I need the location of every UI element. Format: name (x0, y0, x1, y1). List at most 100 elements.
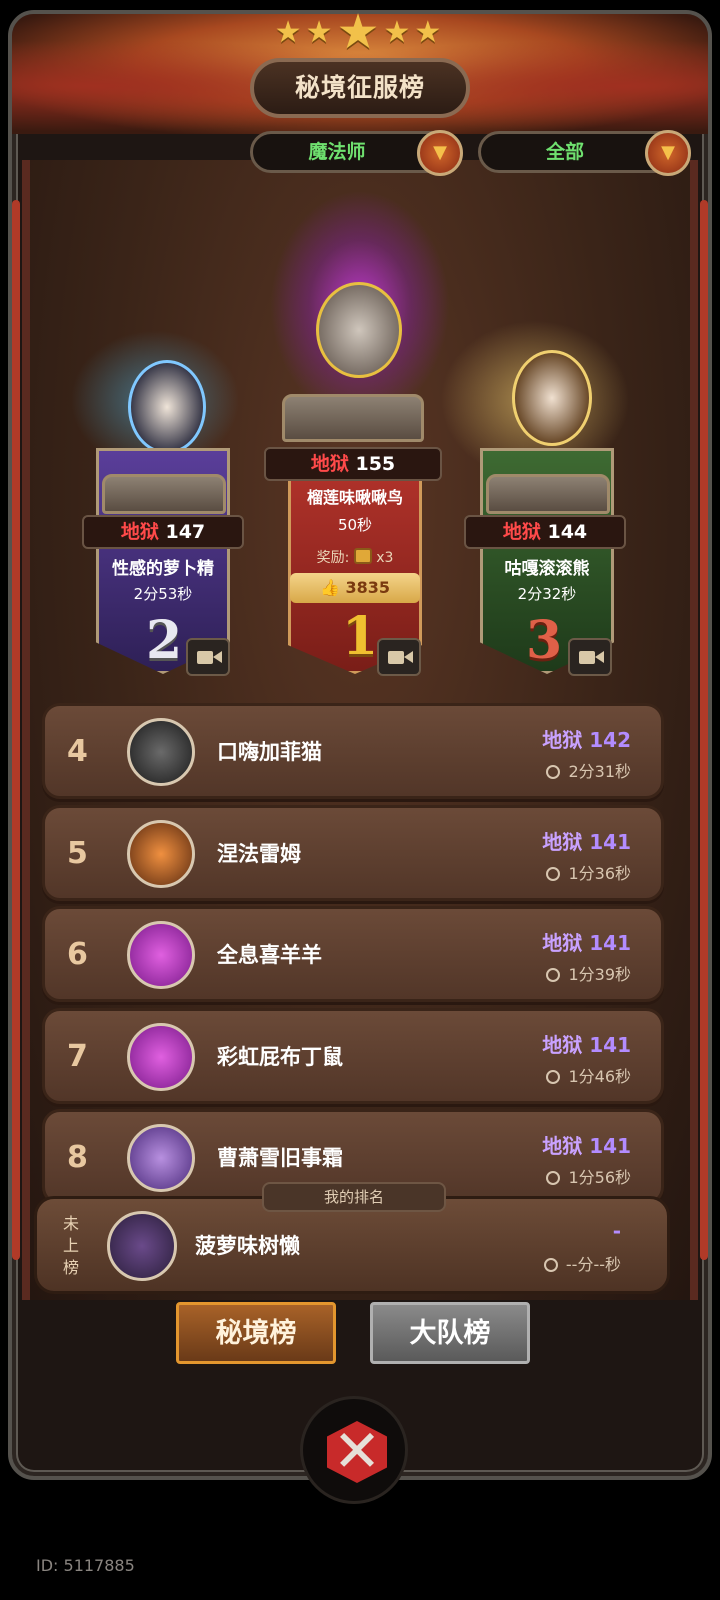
clock-icon (546, 1171, 561, 1185)
ranking-row[interactable]: 7 彩虹屁布丁鼠 地狱 141 1分46秒 (42, 1008, 664, 1104)
level-value: 147 (165, 521, 206, 543)
my-rank-tag: 我的排名 (262, 1182, 446, 1212)
difficulty-label: 地狱 (542, 1033, 583, 1057)
difficulty-label: 地狱 (310, 453, 349, 475)
time-value: 1分46秒 (568, 1067, 631, 1086)
level-value: 141 (589, 1134, 631, 1158)
my-rank-status: 未 上 榜 (53, 1213, 89, 1279)
player-name: 涅法雷姆 (217, 842, 301, 866)
star-icon: ★ (305, 15, 337, 50)
score-value: 地狱 141 (542, 1029, 631, 1058)
star-icon: ★ (414, 15, 446, 50)
player-name: 榴莲味啾啾鸟 (306, 488, 403, 507)
level-value: 141 (589, 931, 631, 955)
title-stars: ★★★★★ (0, 4, 720, 60)
user-id: ID: 5117885 (36, 1556, 135, 1575)
time-value: 1分36秒 (568, 864, 631, 883)
chevron-down-icon[interactable]: ▼ (417, 130, 463, 176)
star-icon: ★ (336, 4, 384, 60)
score-value: 地狱 141 (542, 826, 631, 855)
star-icon: ★ (274, 15, 306, 50)
like-count: 3835 (345, 578, 391, 597)
third-place-avatar[interactable] (512, 350, 592, 446)
close-button[interactable]: ✕ (300, 1396, 408, 1504)
reward-count: x3 (376, 550, 394, 566)
tab-team[interactable]: 大队榜 (370, 1302, 530, 1364)
score-value: 地狱 141 (542, 927, 631, 956)
my-score: - (612, 1219, 621, 1243)
first-place-avatar[interactable] (316, 282, 402, 378)
player-name: 全息喜羊羊 (217, 943, 322, 967)
player-avatar (127, 718, 195, 786)
first-place-pedestal (282, 394, 424, 442)
time-value: 1分39秒 (568, 965, 631, 984)
first-place-card[interactable]: 榴莲味啾啾鸟 50秒 奖励: x3 👍 3835 (288, 482, 422, 603)
rank-status-char: 上 (62, 1236, 79, 1255)
difficulty-label: 地狱 (542, 830, 583, 854)
like-button[interactable]: 👍 3835 (290, 573, 420, 603)
ranking-row[interactable]: 6 全息喜羊羊 地狱 141 1分39秒 (42, 906, 664, 1002)
player-name: 彩虹屁布丁鼠 (217, 1045, 343, 1069)
level-value: 142 (589, 728, 631, 752)
second-place-pedestal (102, 474, 226, 514)
rank-number: 2 (146, 610, 183, 671)
clear-time: 1分36秒 (546, 860, 631, 884)
replay-video-button[interactable] (377, 638, 421, 676)
class-filter-value: 魔法师 (308, 141, 366, 163)
ranking-row[interactable]: 5 涅法雷姆 地狱 141 1分36秒 (42, 805, 664, 901)
clear-time: 2分53秒 (133, 585, 193, 603)
third-place-pedestal (486, 474, 610, 514)
clear-time: 2分32秒 (517, 585, 577, 603)
clock-icon (546, 968, 561, 982)
rank-number: 3 (526, 610, 563, 671)
rank-number: 7 (67, 1039, 88, 1074)
rank-number: 8 (67, 1140, 88, 1175)
score-value: 地狱 141 (542, 1130, 631, 1159)
clock-icon (546, 867, 561, 881)
difficulty-label: 地狱 (120, 521, 159, 543)
third-place-card[interactable]: 咕嘎滚滚熊 2分32秒 (480, 548, 614, 604)
clear-time: 50秒 (337, 516, 373, 534)
page-title: 秘境征服榜 (250, 58, 470, 118)
player-avatar (127, 921, 195, 989)
clear-time: 2分31秒 (546, 758, 631, 782)
close-icon: ✕ (332, 1417, 382, 1485)
scope-filter-dropdown[interactable]: 全部 ▼ (478, 130, 691, 176)
my-avatar (107, 1211, 177, 1281)
difficulty-label: 地狱 (502, 521, 541, 543)
level-value: 144 (547, 521, 588, 543)
class-filter-dropdown[interactable]: 魔法师 ▼ (250, 130, 463, 176)
clear-time: 1分46秒 (546, 1063, 631, 1087)
clock-icon (546, 1070, 561, 1084)
rank-number: 1 (342, 606, 379, 667)
chevron-down-icon[interactable]: ▼ (645, 130, 691, 176)
reward-line: 奖励: x3 (288, 547, 422, 567)
time-value: --分--秒 (565, 1255, 621, 1274)
difficulty-label: 地狱 (542, 931, 583, 955)
tab-secret-realm[interactable]: 秘境榜 (176, 1302, 336, 1364)
right-rail (700, 200, 708, 1260)
first-place-score: 地狱 155 (264, 447, 442, 481)
scope-filter-value: 全部 (545, 141, 584, 163)
rank-status-char: 未 (62, 1214, 79, 1233)
reward-label: 奖励: (316, 550, 350, 566)
clear-time: 1分56秒 (546, 1164, 631, 1188)
my-clear-time: --分--秒 (543, 1251, 621, 1275)
clock-icon (546, 765, 561, 779)
replay-video-button[interactable] (186, 638, 230, 676)
player-avatar (127, 1023, 195, 1091)
replay-video-button[interactable] (568, 638, 612, 676)
clear-time: 1分39秒 (546, 961, 631, 985)
rank-status-char: 榜 (62, 1258, 79, 1277)
second-place-avatar[interactable] (128, 360, 206, 454)
left-rail (12, 200, 20, 1260)
my-player-name: 菠萝味树懒 (195, 1234, 300, 1258)
second-place-score: 地狱 147 (82, 515, 244, 549)
player-avatar (127, 820, 195, 888)
second-place-card[interactable]: 性感的萝卜精 2分53秒 (96, 548, 230, 604)
player-name: 口嗨加菲猫 (217, 740, 322, 764)
level-value: 141 (589, 830, 631, 854)
ranking-row[interactable]: 4 口嗨加菲猫 地狱 142 2分31秒 (42, 703, 664, 799)
rank-number: 5 (67, 836, 88, 871)
time-value: 2分31秒 (568, 762, 631, 781)
